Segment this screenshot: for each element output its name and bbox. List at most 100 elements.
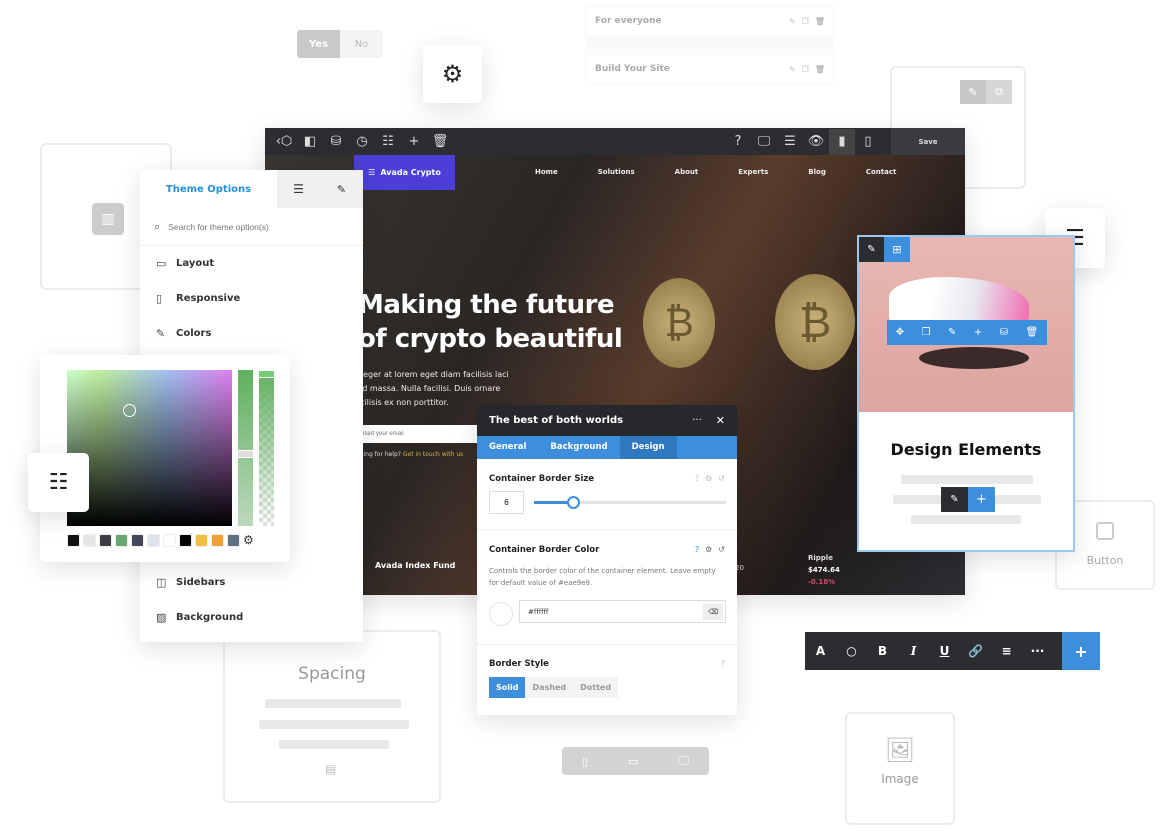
copy-icon[interactable]: ❐ [802,17,809,26]
eyedropper-icon[interactable]: ✎ [320,170,363,208]
more-icon[interactable]: ··· [1022,644,1053,658]
page-alt-icon[interactable]: ▯ [855,129,881,155]
nav-solutions[interactable]: Solutions [598,168,635,176]
layout-icon[interactable]: ⧉ [986,80,1012,104]
gear-icon[interactable]: ⚙ [243,533,254,547]
underline-icon[interactable]: U [929,644,960,658]
preview-icon[interactable]: 👁 [803,129,829,155]
help-icon[interactable]: ? [695,545,699,555]
page-icon[interactable]: ▮ [829,128,855,155]
contact-link[interactable]: Get in touch with us [403,451,463,458]
save-button[interactable]: Save [891,128,965,155]
border-size-slider[interactable] [534,496,726,509]
color-swatch[interactable] [179,533,192,547]
color-swatch[interactable] [99,533,112,547]
style-dashed[interactable]: Dashed [525,677,574,698]
gear-icon[interactable]: ⚙ [705,474,712,484]
rows-icon[interactable]: ☰ [777,129,803,155]
nav-contact[interactable]: Contact [866,168,897,176]
add-icon[interactable]: + [401,129,427,155]
link-icon[interactable]: 🔗 [960,644,991,658]
tab-general[interactable]: General [477,436,538,459]
tab-theme-options[interactable]: Theme Options [140,170,277,208]
trash-icon[interactable]: 🗑 [427,129,453,155]
circle-icon[interactable]: ○ [836,644,867,658]
color-swatch[interactable] [131,533,144,547]
sidebar-icon[interactable]: ◧ [297,129,323,155]
help-icon[interactable]: ? [725,129,751,155]
help-icon[interactable]: ? [695,474,699,484]
list-item[interactable]: For everyone ✎ ❐ 🗑 [587,7,833,35]
trash-icon[interactable]: 🗑 [815,17,825,26]
tablet-icon[interactable]: ▭ [628,755,638,768]
tab-design[interactable]: Design [619,436,677,459]
align-icon[interactable]: ≡ [991,644,1022,658]
color-swatch[interactable] [115,533,128,547]
gear-card[interactable]: ⚙ [423,45,482,103]
copy-icon[interactable]: ❐ [802,65,809,74]
trash-icon[interactable]: 🗑 [1026,327,1039,338]
layout-add-icon[interactable]: ⊞ [884,237,910,262]
border-size-input[interactable] [489,491,524,514]
style-solid[interactable]: Solid [489,677,526,698]
copy-icon[interactable]: ❐ [922,327,931,338]
color-swatch[interactable] [67,533,80,547]
add-icon[interactable]: + [1062,632,1100,670]
mobile-icon[interactable]: ▯ [582,755,588,768]
menu-layout[interactable]: ▭ Layout [140,246,363,281]
sliders-icon[interactable]: ☰ [277,170,320,208]
list-item[interactable]: Build Your Site ✎ ❐ 🗑 [587,55,833,83]
desktop-icon[interactable]: 🖵 [751,129,777,155]
color-preview[interactable] [489,602,513,626]
toggle-card[interactable]: ☷ [28,453,89,512]
no-option[interactable]: No [340,30,383,58]
color-swatch[interactable] [163,533,176,547]
color-swatch[interactable] [211,533,224,547]
italic-icon[interactable]: I [898,644,929,658]
nav-experts[interactable]: Experts [738,168,768,176]
edit-icon[interactable]: ✎ [960,80,986,104]
eraser-icon[interactable]: ⌫ [703,603,723,620]
font-icon[interactable]: A [805,644,836,658]
site-logo[interactable]: ☰ Avada Crypto [354,155,455,190]
tab-background[interactable]: Background [538,436,619,459]
menu-responsive[interactable]: ▯ Responsive [140,281,363,316]
hue-slider[interactable] [237,370,254,526]
nav-blog[interactable]: Blog [808,168,826,176]
bold-icon[interactable]: B [867,644,898,658]
help-icon[interactable]: ? [721,659,725,669]
edit-icon[interactable]: ✎ [941,487,968,512]
email-input[interactable] [357,425,477,443]
edit-icon[interactable]: ✎ [859,237,884,262]
toggle-icon[interactable]: ☷ [375,129,401,155]
nav-about[interactable]: About [675,168,699,176]
style-dotted[interactable]: Dotted [573,677,619,698]
menu-sidebars[interactable]: ◫ Sidebars [140,565,363,600]
save-icon[interactable]: ⛁ [1000,327,1008,338]
add-icon[interactable]: + [968,487,995,512]
theme-search-input[interactable] [168,221,339,232]
close-icon[interactable]: ✕ [716,414,725,427]
nav-home[interactable]: Home [535,168,558,176]
more-icon[interactable]: ··· [692,415,702,426]
history-icon[interactable]: ◷ [349,129,375,155]
desktop-icon[interactable]: 🖵 [678,754,689,768]
yes-no-toggle[interactable]: Yes No [297,30,383,58]
menu-background[interactable]: ▨ Background [140,600,363,635]
border-color-input[interactable]: #ffffff ⌫ [519,600,726,623]
trash-icon[interactable]: 🗑 [815,65,825,74]
edit-icon[interactable]: ✎ [948,327,956,338]
gear-icon[interactable]: ⚙ [705,545,712,555]
reset-icon[interactable]: ↺ [718,474,725,484]
add-icon[interactable]: + [974,327,982,338]
color-swatch[interactable] [195,533,208,547]
edit-icon[interactable]: ✎ [789,17,796,26]
reset-icon[interactable]: ↺ [718,545,725,555]
alpha-slider[interactable] [258,370,275,526]
edit-icon[interactable]: ✎ [789,65,796,74]
move-icon[interactable]: ✥ [896,327,904,338]
color-swatch[interactable] [147,533,160,547]
color-swatch[interactable] [227,533,240,547]
menu-colors[interactable]: ✎ Colors [140,316,363,351]
saturation-area[interactable] [67,370,232,526]
